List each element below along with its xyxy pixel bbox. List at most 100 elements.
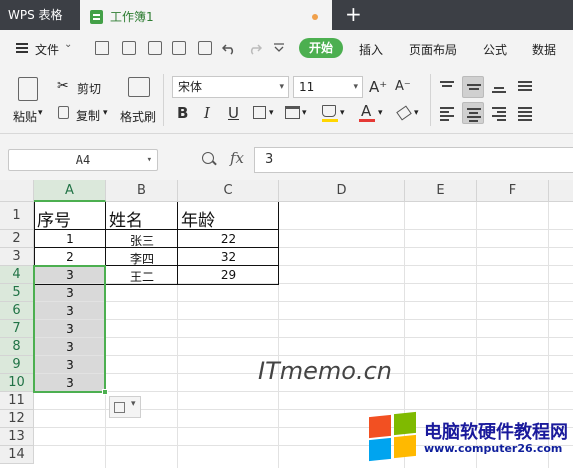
zoom-icon[interactable] (202, 152, 214, 164)
font-size-select[interactable]: 11 ▾ (293, 76, 363, 98)
tab-insert[interactable]: 插入 (359, 41, 383, 58)
borders-arrow-icon[interactable]: ▾ (269, 108, 274, 118)
row-header-11[interactable]: 11 (0, 392, 34, 410)
fill-color-swatch (322, 119, 338, 122)
fill-handle[interactable] (102, 389, 108, 395)
redo-icon[interactable] (248, 41, 262, 55)
increase-font-icon[interactable]: A⁺ (369, 78, 387, 96)
decrease-font-icon[interactable]: A⁻ (395, 78, 411, 96)
align-bottom-button[interactable] (488, 76, 510, 98)
cell-c2[interactable]: 22 (178, 232, 279, 246)
cell-a3[interactable]: 2 (34, 250, 106, 264)
tab-start[interactable]: 开始 (299, 38, 343, 58)
copy-icon (58, 106, 69, 119)
fill-color-icon[interactable] (322, 105, 336, 117)
italic-button[interactable]: I (204, 104, 210, 122)
copy-arrow-icon[interactable]: ▾ (103, 108, 108, 118)
tab-page-layout[interactable]: 页面布局 (409, 41, 457, 58)
tab-data[interactable]: 数据 (532, 41, 556, 58)
align-middle-button[interactable] (462, 76, 484, 98)
formula-bar: A4 ▾ fx 3 (0, 134, 573, 180)
column-header-f[interactable]: F (477, 180, 549, 202)
row-header-13[interactable]: 13 (0, 428, 34, 446)
quick-access-dropdown-icon[interactable] (273, 43, 285, 53)
bold-button[interactable]: B (177, 104, 188, 122)
app-tab-wps[interactable]: WPS 表格 (0, 0, 80, 30)
chevron-down-icon: ▾ (131, 399, 136, 409)
row-header-3[interactable]: 3 (0, 248, 34, 266)
column-header-c[interactable]: C (178, 180, 279, 202)
column-header-d[interactable]: D (279, 180, 405, 202)
cell-a1[interactable]: 序号 (37, 206, 71, 231)
tab-formula[interactable]: 公式 (483, 41, 507, 58)
row-header-12[interactable]: 12 (0, 410, 34, 428)
menu-bar: 文件 ⌄ 开始 插入 页面布局 公式 数据 (0, 30, 573, 68)
cell-b3[interactable]: 李四 (106, 250, 178, 267)
cell-b1[interactable]: 姓名 (109, 206, 143, 231)
insert-function-button[interactable]: fx (230, 149, 244, 167)
print-icon[interactable] (172, 41, 186, 55)
name-box[interactable]: A4 ▾ (8, 149, 158, 171)
row-header-5[interactable]: 5 (0, 284, 34, 302)
row-header-8[interactable]: 8 (0, 338, 34, 356)
row-header-4[interactable]: 4 (0, 266, 34, 284)
row-header-7[interactable]: 7 (0, 320, 34, 338)
undo-icon[interactable] (222, 41, 236, 55)
justify-button[interactable] (514, 102, 536, 124)
underline-button[interactable]: U (228, 104, 239, 122)
font-name-value: 宋体 (178, 80, 203, 94)
cell-c1[interactable]: 年龄 (181, 206, 215, 231)
autofill-options-button[interactable]: ▾ (109, 396, 141, 418)
document-tab[interactable]: 工作簿1 (80, 0, 332, 30)
align-top-button[interactable] (436, 76, 458, 98)
eraser-icon[interactable] (396, 105, 412, 121)
open-folder-icon[interactable] (95, 41, 109, 55)
borders-icon[interactable] (253, 106, 266, 119)
row-header-9[interactable]: 9 (0, 356, 34, 374)
gridline (34, 355, 573, 356)
font-name-select[interactable]: 宋体 ▾ (172, 76, 289, 98)
print-preview-icon[interactable] (198, 41, 212, 55)
new-tab-button[interactable]: + (345, 3, 362, 25)
align-left-button[interactable] (436, 102, 458, 124)
wrap-text-button[interactable] (514, 76, 536, 98)
align-center-button[interactable] (462, 102, 484, 124)
document-title: 工作簿1 (110, 10, 154, 24)
name-box-value: A4 (75, 153, 91, 167)
fill-color-arrow-icon[interactable]: ▾ (340, 108, 345, 118)
export-pdf-icon[interactable] (148, 41, 162, 55)
column-header-b[interactable]: B (106, 180, 178, 202)
cell-b2[interactable]: 张三 (106, 232, 178, 249)
row-header-1[interactable]: 1 (0, 202, 34, 230)
column-header-e[interactable]: E (405, 180, 477, 202)
font-color-arrow-icon[interactable]: ▾ (378, 108, 383, 118)
font-color-icon[interactable]: A (361, 102, 371, 120)
separator (163, 74, 164, 126)
chevron-down-icon: ▾ (146, 155, 152, 165)
ribbon-toolbar: 粘贴 ▾ ✂ 剪切 复制 ▾ 格式刷 宋体 ▾ 11 ▾ A⁺ A⁻ B I U… (0, 68, 573, 134)
align-right-button[interactable] (488, 102, 510, 124)
paste-label: 粘贴 (13, 110, 38, 124)
column-header-g[interactable] (549, 180, 573, 202)
file-menu-arrow-icon[interactable]: ⌄ (64, 39, 72, 50)
row-header-10[interactable]: 10 (0, 374, 34, 392)
row-header-6[interactable]: 6 (0, 302, 34, 320)
cell-c3[interactable]: 32 (178, 250, 279, 264)
row-header-14[interactable]: 14 (0, 446, 34, 464)
save-icon[interactable] (122, 41, 136, 55)
cell-b4[interactable]: 王二 (106, 268, 178, 285)
file-menu[interactable]: 文件 (35, 41, 59, 58)
column-header-a[interactable]: A (34, 180, 106, 202)
formula-input[interactable]: 3 (254, 147, 573, 173)
hamburger-icon[interactable] (16, 43, 28, 45)
cell-c4[interactable]: 29 (178, 268, 279, 282)
unsaved-indicator (312, 14, 318, 20)
paste-arrow-icon[interactable]: ▾ (38, 108, 43, 118)
cell-a2[interactable]: 1 (34, 232, 106, 246)
clear-arrow-icon[interactable]: ▾ (414, 108, 419, 118)
select-all-corner[interactable] (0, 180, 34, 202)
merge-cells-icon[interactable] (285, 106, 300, 119)
font-size-value: 11 (299, 80, 315, 94)
merge-arrow-icon[interactable]: ▾ (302, 108, 307, 118)
row-header-2[interactable]: 2 (0, 230, 34, 248)
